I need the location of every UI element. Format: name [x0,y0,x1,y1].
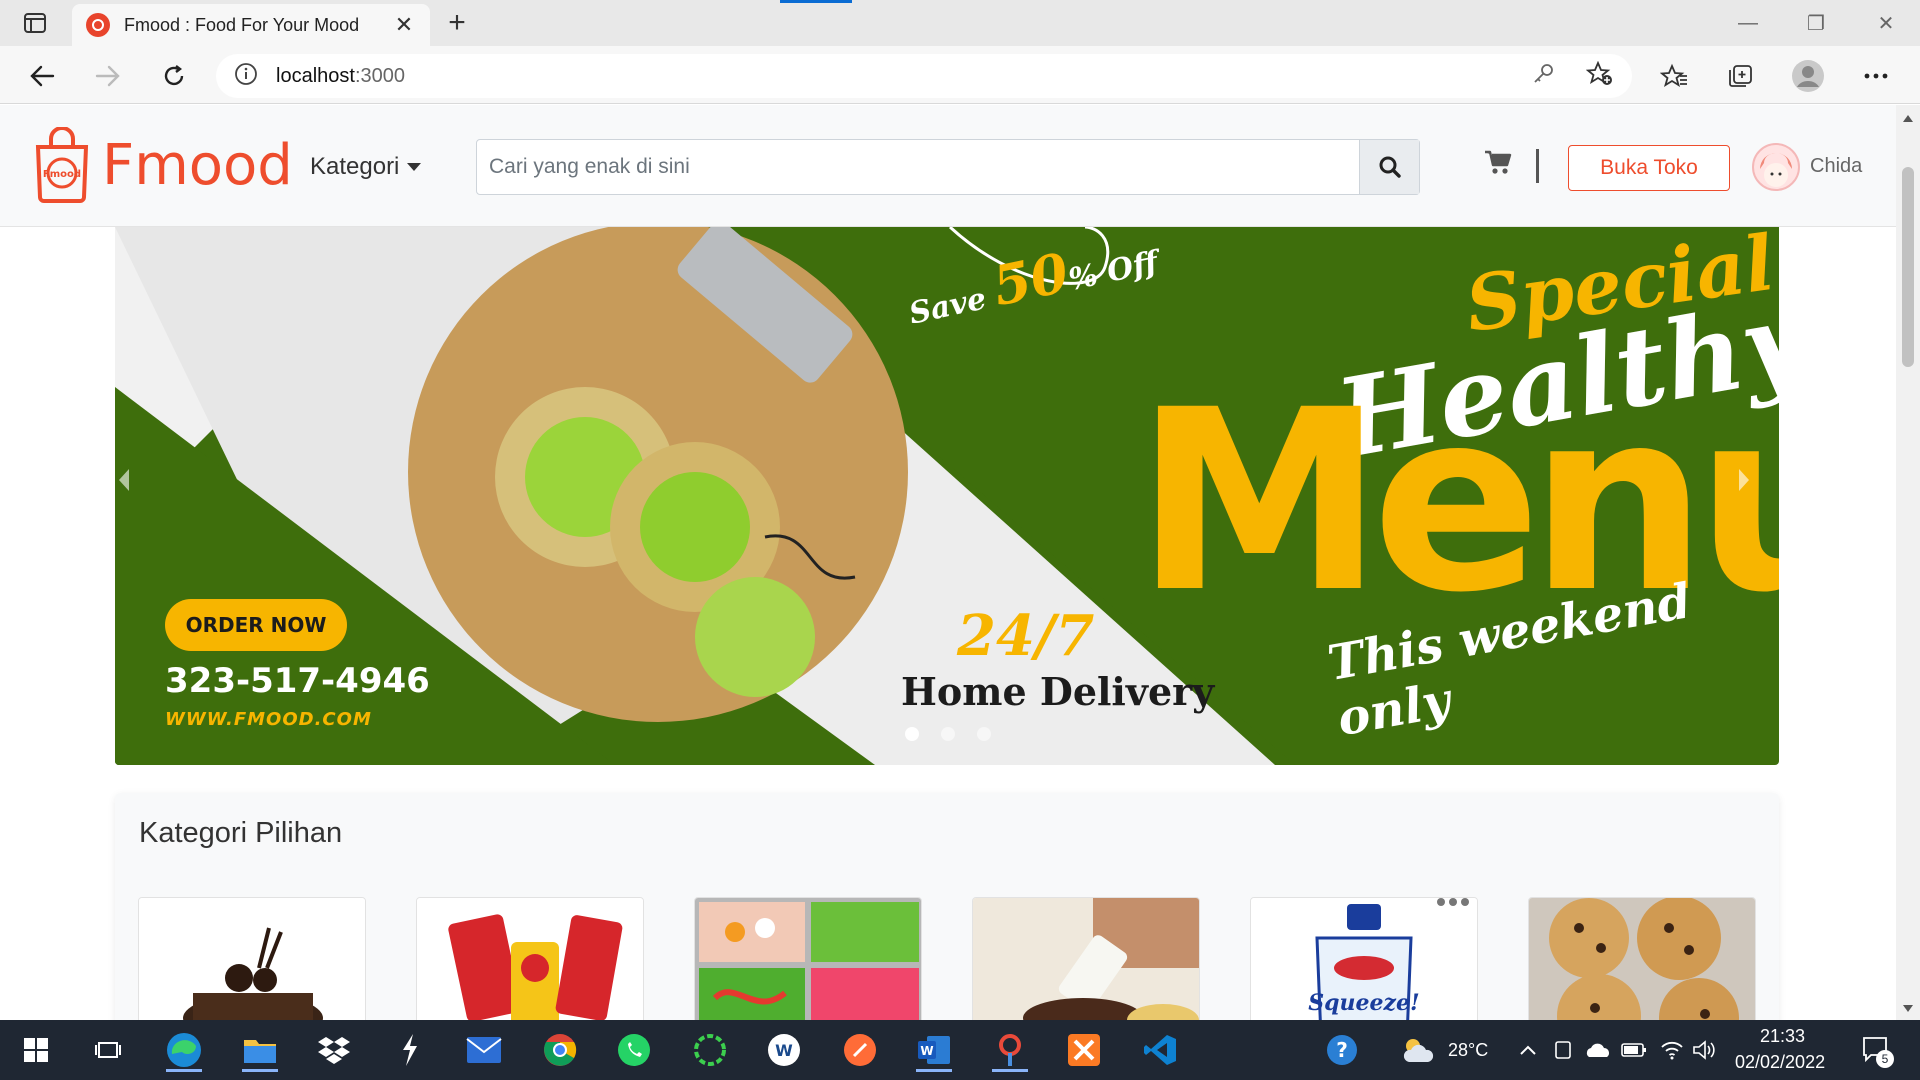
profile-icon[interactable] [1788,56,1828,96]
volume-icon[interactable] [1680,1028,1728,1072]
caret-down-icon [407,163,422,171]
clock-time[interactable]: 21:33 [1760,1026,1805,1047]
file-explorer-icon[interactable] [236,1028,284,1072]
chips-category[interactable] [416,897,644,1020]
weather-icon[interactable] [1394,1028,1442,1072]
logo-text: Fmood [43,169,81,180]
window-close-icon[interactable]: ✕ [1852,0,1920,46]
brand-name: Fmood [102,132,293,198]
search-input[interactable] [477,140,1359,194]
dropbox-icon[interactable] [310,1028,358,1072]
whatsapp-icon[interactable] [610,1028,658,1072]
carousel-dot[interactable] [905,727,919,741]
writer-app-icon[interactable]: W [760,1028,808,1072]
svg-text:?: ? [1336,1038,1348,1062]
search-button[interactable] [1359,140,1419,194]
hours-text: 24/7 [957,603,1095,669]
key-icon[interactable] [1532,62,1556,91]
word-icon[interactable]: W [910,1028,958,1072]
search-icon [1379,156,1401,178]
svg-text:W: W [920,1044,933,1058]
windows-taskbar: W W ? 28°C 21:33 02/02/2022 5 [0,1020,1920,1080]
vscode-icon[interactable] [1136,1028,1184,1072]
collections-icon[interactable] [1720,56,1760,96]
restore-icon[interactable]: ❐ [1782,0,1850,46]
carousel-prev-icon[interactable] [117,467,157,527]
scroll-up-icon[interactable] [1903,115,1913,122]
windows-start-icon[interactable] [12,1028,60,1072]
tab-actions-icon[interactable] [16,8,54,38]
username[interactable]: Chida [1810,155,1862,178]
order-now-button[interactable]: ORDER NOW [165,599,347,651]
more-menu-icon[interactable] [1856,56,1896,96]
scroll-down-icon[interactable] [1903,1005,1913,1012]
add-favorite-icon[interactable] [1585,60,1614,92]
carousel-dot[interactable] [941,727,955,741]
carousel-next-icon[interactable] [1737,467,1777,527]
address-bar[interactable]: localhost:3000 [216,54,1632,98]
web-page: Fmood Fmood Kategori Buka Toko Chida [0,105,1896,1020]
tab-title: Fmood : Food For Your Mood [124,14,360,35]
carousel-dot[interactable] [977,727,991,741]
loading-app-icon[interactable] [686,1028,734,1072]
product-label: Squeeze! [1308,990,1419,1016]
help-icon[interactable]: ? [1318,1028,1366,1072]
search-group [476,139,1420,195]
svg-text:W: W [775,1041,793,1060]
cart-icon [1485,150,1512,174]
category-section: Kategori Pilihan Squeeze! [115,793,1779,1020]
loading-indicator [780,0,852,3]
site-navbar: Fmood Fmood Kategori Buka Toko Chida [0,105,1896,227]
drink-category[interactable] [972,897,1200,1020]
notification-count: 5 [1876,1050,1894,1068]
xampp-icon[interactable] [1060,1028,1108,1072]
notification-center-icon[interactable]: 5 [1852,1028,1900,1072]
yogurt-category[interactable]: Squeeze! [1250,897,1478,1020]
task-view-icon[interactable] [84,1028,132,1072]
cart-button[interactable] [1484,149,1512,180]
bolt-app-icon[interactable] [386,1028,434,1072]
refresh-icon[interactable] [154,56,194,96]
close-tab-icon[interactable]: ✕ [392,12,416,37]
chrome-icon[interactable] [536,1028,584,1072]
forward-icon[interactable] [88,56,128,96]
delivery-text: Home Delivery [901,669,1215,714]
scroll-thumb[interactable] [1902,167,1914,367]
carousel-indicators [905,727,991,741]
fmood-favicon-icon [86,13,110,37]
section-title: Kategori Pilihan [139,817,343,849]
clock-date[interactable]: 02/02/2022 [1735,1052,1825,1073]
browser-tab-active[interactable]: Fmood : Food For Your Mood ✕ [72,4,430,46]
back-icon[interactable] [22,56,62,96]
favorites-icon[interactable] [1654,56,1694,96]
promo-carousel: Save 50% Off Special Healthy Menu This w… [115,227,1779,765]
minimize-icon[interactable]: — [1714,0,1782,46]
new-tab-icon[interactable]: + [440,6,474,40]
candy-category[interactable] [694,897,922,1020]
browser-toolbar: localhost:3000 [0,46,1920,104]
brand-link[interactable]: Fmood Fmood [34,127,293,203]
navbar-divider [1536,149,1539,183]
snipping-tool-icon[interactable] [986,1028,1034,1072]
cookie-category[interactable] [1528,897,1756,1020]
cake-category[interactable] [138,897,366,1020]
postman-icon[interactable] [836,1028,884,1072]
category-dropdown[interactable]: Kategori [310,153,422,181]
url-port: :3000 [354,64,405,87]
shopping-bag-logo-icon: Fmood [35,127,89,203]
open-shop-button[interactable]: Buka Toko [1568,145,1730,191]
url-host: localhost [276,64,355,87]
edge-icon[interactable] [160,1028,208,1072]
phone-number: 323-517-4946 [165,661,430,701]
browser-tab-strip: Fmood : Food For Your Mood ✕ + — ❐ ✕ [0,0,1920,46]
page-scrollbar[interactable] [1896,105,1920,1020]
site-info-icon[interactable] [234,62,258,91]
website-text: WWW.FMOOD.COM [165,709,372,730]
mail-icon[interactable] [460,1028,508,1072]
category-dropdown-label: Kategori [310,153,400,180]
user-avatar[interactable] [1752,143,1800,191]
weather-temperature[interactable]: 28°C [1448,1040,1488,1061]
